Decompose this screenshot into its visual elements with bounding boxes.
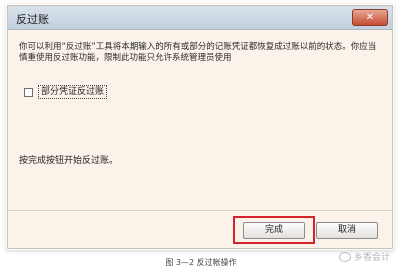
title-bar: 反过账 ✕ <box>8 6 392 30</box>
dialog-content: 你可以利用“反过账”工具将本期输入的所有或部分的记账凭证都恢复成过账以前的状态。… <box>8 30 392 250</box>
partial-voucher-option[interactable]: 部分凭证反过账 <box>24 85 108 99</box>
close-button[interactable]: ✕ <box>352 9 388 26</box>
complete-button[interactable]: 完成 <box>243 222 305 239</box>
instruction-text: 按完成按钮开始反过账。 <box>19 156 119 166</box>
reverse-posting-dialog: 反过账 ✕ 你可以利用“反过账”工具将本期输入的所有或部分的记账凭证都恢复成过账… <box>7 5 393 249</box>
watermark-text: 乡香会计 <box>353 253 390 263</box>
dialog-title: 反过账 <box>16 13 49 26</box>
close-icon: ✕ <box>365 12 375 23</box>
partial-voucher-checkbox[interactable] <box>24 87 33 97</box>
wechat-icon <box>338 251 351 262</box>
watermark: 乡香会计 <box>338 250 390 263</box>
dialog-description: 你可以利用“反过账”工具将本期输入的所有或部分的记账凭证都恢复成过账以前的状态。… <box>19 42 377 63</box>
partial-voucher-label[interactable]: 部分凭证反过账 <box>38 85 108 99</box>
button-divider <box>8 210 392 211</box>
cancel-button[interactable]: 取消 <box>316 222 378 239</box>
